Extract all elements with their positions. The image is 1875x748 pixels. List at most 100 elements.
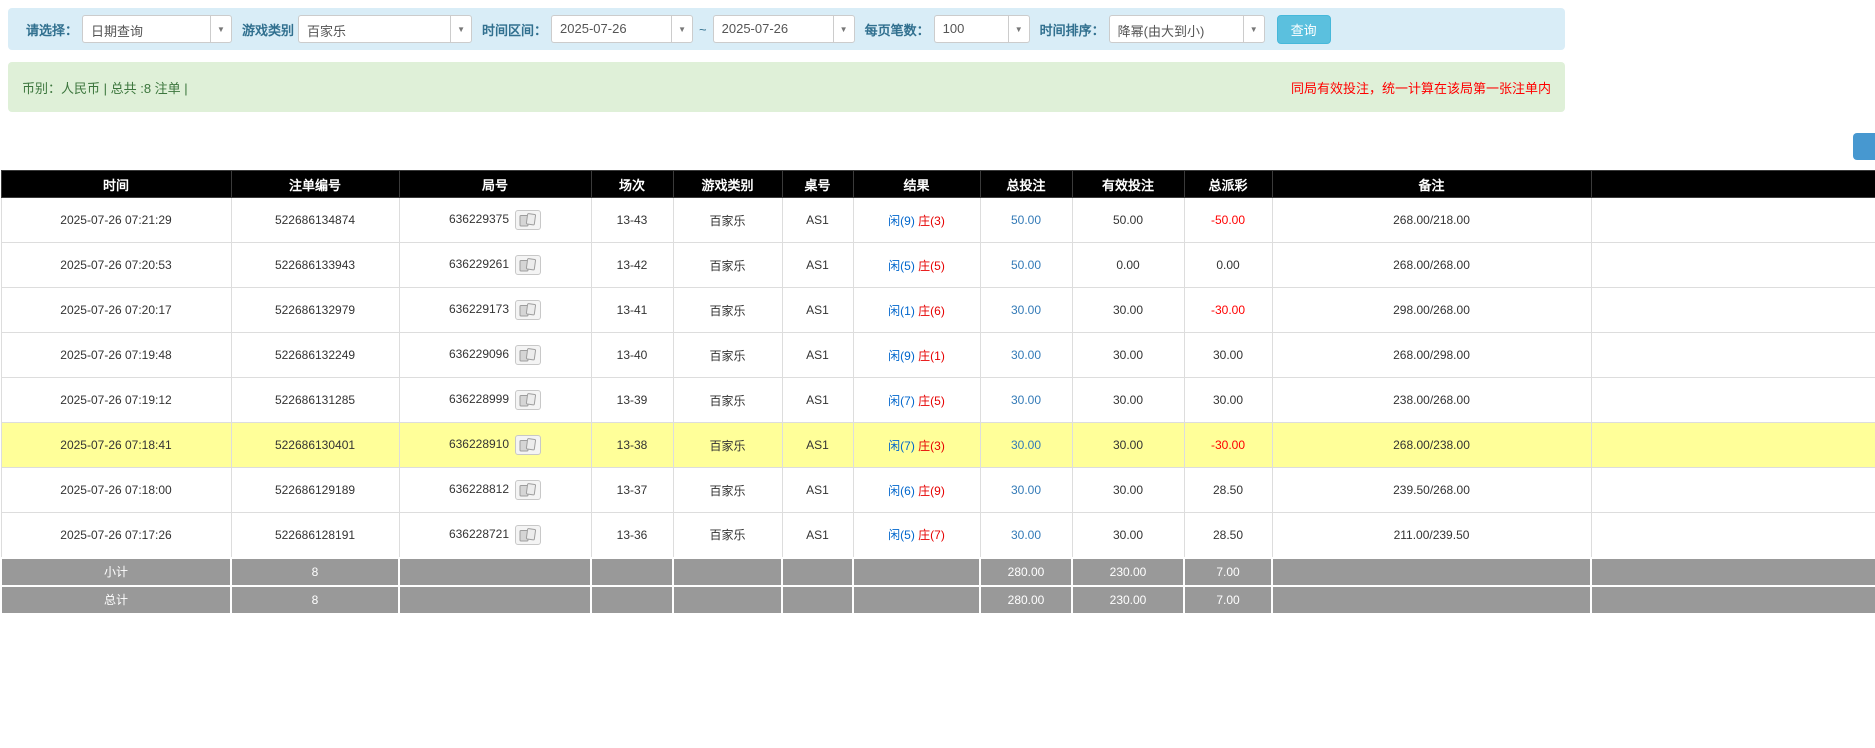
total-bet-link[interactable]: 50.00: [1011, 213, 1041, 227]
cell-valid-bet: 30.00: [1072, 468, 1184, 513]
cell-result: 闲(5) 庄(7): [853, 513, 980, 558]
total-bet-link[interactable]: 50.00: [1011, 258, 1041, 272]
view-cards-button[interactable]: [515, 435, 541, 455]
round-number: 636228999: [449, 392, 509, 406]
total-bet-link[interactable]: 30.00: [1011, 483, 1041, 497]
view-cards-button[interactable]: [515, 525, 541, 545]
cell-game: 百家乐: [673, 513, 782, 558]
cell-time: 2025-07-26 07:19:12: [1, 378, 231, 423]
view-cards-button[interactable]: [515, 345, 541, 365]
cards-icon: [519, 483, 537, 497]
cell-table-no: AS1: [782, 468, 853, 513]
cell-valid-bet: 30.00: [1072, 288, 1184, 333]
cell-game: 百家乐: [673, 243, 782, 288]
query-type-caret-button[interactable]: ▼: [210, 15, 232, 43]
per-page-select[interactable]: 100 ▼: [934, 15, 1030, 43]
chevron-down-icon: ▼: [457, 25, 465, 34]
result-player: 闲(5): [888, 259, 915, 273]
header-round: 局号: [399, 171, 591, 198]
chevron-down-icon: ▼: [1250, 25, 1258, 34]
cell-time: 2025-07-26 07:20:53: [1, 243, 231, 288]
cell-bet-no: 522686131285: [231, 378, 399, 423]
cell-time: 2025-07-26 07:21:29: [1, 198, 231, 243]
time-sort-caret-button[interactable]: ▼: [1243, 15, 1265, 43]
total-bet-link[interactable]: 30.00: [1011, 393, 1041, 407]
date-from-caret-button[interactable]: ▼: [671, 15, 693, 43]
cell-valid-bet: 30.00: [1072, 333, 1184, 378]
result-banker: 庄(3): [918, 214, 945, 228]
subtotal-row: 小计 8 280.00 230.00 7.00: [1, 558, 1875, 586]
total-bet-link[interactable]: 30.00: [1011, 438, 1041, 452]
cell-table-no: AS1: [782, 243, 853, 288]
table-row: 2025-07-26 07:20:53 522686133943 6362292…: [1, 243, 1875, 288]
cell-game: 百家乐: [673, 378, 782, 423]
header-bet-no: 注单编号: [231, 171, 399, 198]
empty-cell: [673, 558, 782, 586]
result-player: 闲(9): [888, 214, 915, 228]
total-bet-link[interactable]: 30.00: [1011, 528, 1041, 542]
view-cards-button[interactable]: [515, 210, 541, 230]
empty-cell: [399, 586, 591, 614]
cell-total-bet: 50.00: [980, 198, 1072, 243]
header-result: 结果: [853, 171, 980, 198]
cell-round: 636228910: [399, 423, 591, 468]
cards-icon: [519, 213, 537, 227]
round-number: 636228721: [449, 527, 509, 541]
result-player: 闲(7): [888, 439, 915, 453]
query-type-select[interactable]: 日期查询 ▼: [82, 15, 232, 43]
cell-bet-no: 522686129189: [231, 468, 399, 513]
round-number: 636229096: [449, 347, 509, 361]
cards-icon: [519, 258, 537, 272]
table-footer: 小计 8 280.00 230.00 7.00 总计 8 280.00 230.…: [1, 558, 1875, 614]
view-cards-button[interactable]: [515, 255, 541, 275]
view-cards-button[interactable]: [515, 300, 541, 320]
game-category-select[interactable]: 百家乐 ▼: [298, 15, 472, 43]
query-button[interactable]: 查询: [1277, 15, 1331, 44]
cell-time: 2025-07-26 07:20:17: [1, 288, 231, 333]
view-cards-button[interactable]: [515, 480, 541, 500]
cell-time: 2025-07-26 07:18:00: [1, 468, 231, 513]
result-banker: 庄(5): [918, 259, 945, 273]
cell-result: 闲(9) 庄(3): [853, 198, 980, 243]
header-time: 时间: [1, 171, 231, 198]
cell-valid-bet: 30.00: [1072, 513, 1184, 558]
cell-payout: -30.00: [1184, 423, 1272, 468]
spacer: [0, 112, 1875, 170]
result-banker: 庄(6): [918, 304, 945, 318]
cell-bet-no: 522686130401: [231, 423, 399, 468]
result-player: 闲(1): [888, 304, 915, 318]
game-category-caret-button[interactable]: ▼: [450, 15, 472, 43]
cell-table-no: AS1: [782, 423, 853, 468]
cell-payout: 30.00: [1184, 378, 1272, 423]
total-bet-link[interactable]: 30.00: [1011, 303, 1041, 317]
cell-remark: 211.00/239.50: [1272, 513, 1591, 558]
cell-table-no: AS1: [782, 513, 853, 558]
game-category-value: 百家乐: [298, 15, 450, 43]
cell-session: 13-42: [591, 243, 673, 288]
date-from-picker[interactable]: 2025-07-26 ▼: [551, 15, 693, 43]
date-to-value: 2025-07-26: [713, 15, 833, 43]
date-to-caret-button[interactable]: ▼: [833, 15, 855, 43]
round-number: 636229261: [449, 257, 509, 271]
cell-session: 13-43: [591, 198, 673, 243]
cell-total-bet: 30.00: [980, 468, 1072, 513]
time-sort-select[interactable]: 降幂(由大到小) ▼: [1109, 15, 1265, 43]
total-valid-bet: 230.00: [1072, 586, 1184, 614]
per-page-caret-button[interactable]: ▼: [1008, 15, 1030, 43]
cell-result: 闲(7) 庄(5): [853, 378, 980, 423]
chevron-down-icon: ▼: [678, 25, 686, 34]
query-type-value: 日期查询: [82, 15, 210, 43]
result-player: 闲(7): [888, 394, 915, 408]
view-cards-button[interactable]: [515, 390, 541, 410]
total-bet-link[interactable]: 30.00: [1011, 348, 1041, 362]
cards-icon: [519, 528, 537, 542]
partial-button[interactable]: [1853, 133, 1875, 160]
game-category-label: 游戏类别: [242, 20, 294, 39]
cards-icon: [519, 348, 537, 362]
cell-remark: 298.00/268.00: [1272, 288, 1591, 333]
date-to-picker[interactable]: 2025-07-26 ▼: [713, 15, 855, 43]
empty-cell: [1591, 586, 1875, 614]
cell-result: 闲(1) 庄(6): [853, 288, 980, 333]
subtotal-payout: 7.00: [1184, 558, 1272, 586]
cell-session: 13-38: [591, 423, 673, 468]
